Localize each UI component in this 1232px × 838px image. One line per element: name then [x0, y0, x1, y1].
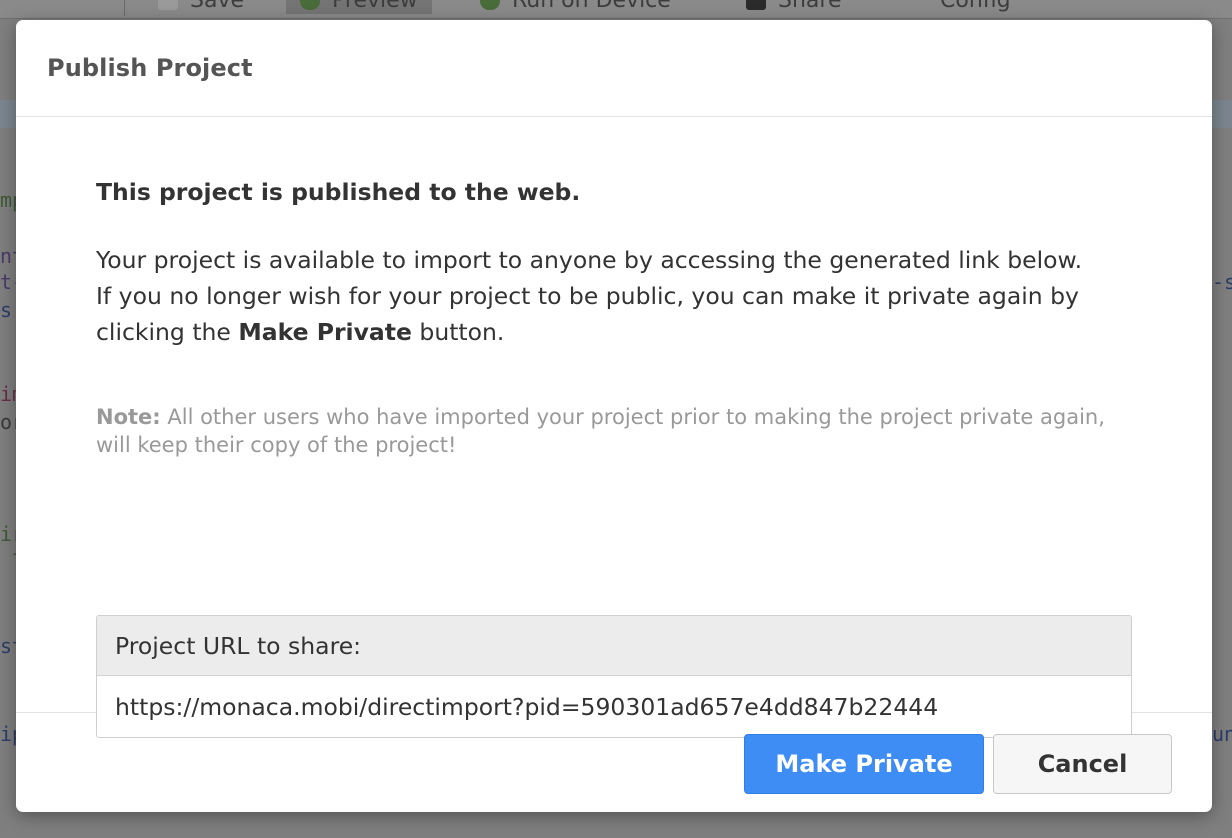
note-label: Note:: [96, 405, 161, 429]
description-text-part: button.: [411, 318, 505, 346]
publish-project-dialog: Publish Project This project is publishe…: [16, 20, 1212, 812]
dialog-footer: Make Private Cancel: [16, 713, 1212, 812]
preview-icon: [300, 0, 320, 10]
cancel-button[interactable]: Cancel: [993, 734, 1172, 794]
gear-icon: [908, 0, 928, 10]
dialog-title: Publish Project: [47, 54, 253, 82]
description-text: Your project is available to import to a…: [96, 242, 1136, 350]
dialog-body: This project is published to the web. Yo…: [16, 117, 1212, 738]
description-line-2: If you no longer wish for your project t…: [96, 278, 1136, 350]
toolbar-save: Save: [158, 0, 244, 14]
toolbar-share: Share: [746, 0, 842, 14]
toolbar-config: Config: [908, 0, 1011, 14]
toolbar-separator: [124, 0, 125, 16]
toolbar-preview: Preview: [286, 0, 432, 14]
make-private-emphasis: Make Private: [238, 318, 412, 346]
note-body: All other users who have imported your p…: [96, 405, 1105, 457]
note-text: Note: All other users who have imported …: [96, 403, 1146, 459]
save-icon: [158, 0, 178, 10]
project-url-label: Project URL to share:: [97, 616, 1131, 676]
published-heading: This project is published to the web.: [96, 178, 581, 206]
toolbar-run-on-device: Run on Device: [480, 0, 671, 14]
background-toolbar: Save Preview Run on Device Share Config: [0, 0, 1232, 19]
share-icon: [746, 0, 766, 10]
run-icon: [480, 0, 500, 10]
description-line-1: Your project is available to import to a…: [96, 246, 1083, 274]
background-code: -s: [1212, 270, 1232, 294]
make-private-button[interactable]: Make Private: [744, 734, 984, 794]
dialog-header: Publish Project: [16, 20, 1212, 117]
background-code: un: [1212, 722, 1232, 746]
